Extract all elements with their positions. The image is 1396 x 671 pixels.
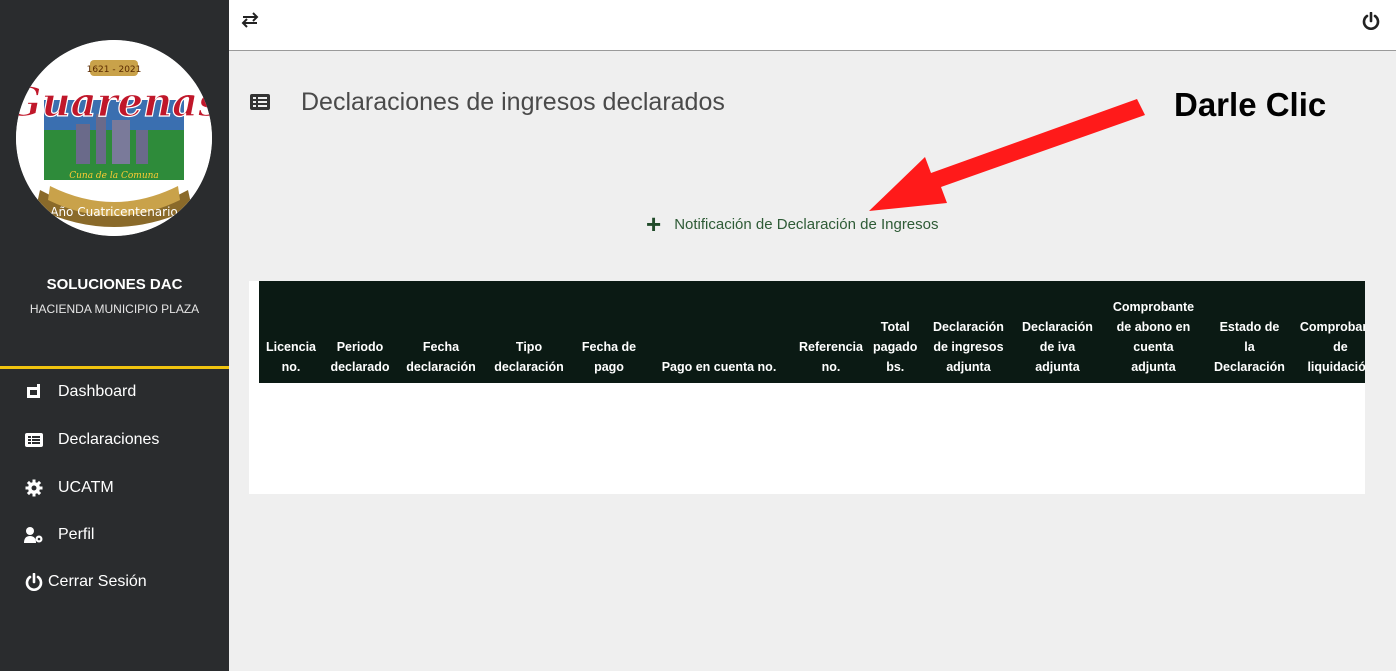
column-header-line: declaración (406, 360, 476, 374)
column-header-line: Total (880, 320, 910, 334)
main-content: Declaraciones de ingresos declarados Dar… (229, 51, 1396, 671)
annotation-text: Darle Clic (1174, 86, 1327, 123)
column-header-line: pago (594, 360, 624, 374)
logo-ribbon: Año Cuatricentenario (50, 205, 178, 219)
column-header-line: adjunta (1035, 360, 1080, 374)
page-title: Declaraciones de ingresos declarados (301, 88, 725, 116)
column-header-line: Declaración (1214, 360, 1285, 374)
column-header-line: Comprobante (1112, 300, 1195, 314)
column-header-line: Referencia (799, 340, 863, 354)
column-header: Estado de la Declaración (1207, 281, 1292, 383)
sidebar-item-dashboard[interactable]: Dashboard (24, 378, 136, 406)
column-header-line: Declaración (1022, 320, 1093, 334)
column-header: Declaración de iva adjunta (1015, 281, 1100, 383)
list-icon (250, 94, 270, 110)
declaraciones-table: Licencia no. Periodo declarado Fecha declarac… (249, 281, 1365, 494)
column-header-line: liquidación (1307, 360, 1365, 374)
column-header-line: Periodo (336, 340, 384, 354)
column-header-line: Licencia (265, 340, 317, 354)
column-header-line: Tipo (515, 340, 543, 354)
sidebar-item-cerrar-sesion[interactable]: Cerrar Sesión (24, 568, 147, 596)
column-header: Fecha de pago (573, 281, 645, 383)
sidebar-item-label: Perfil (58, 526, 95, 543)
plus-icon: + (646, 209, 662, 239)
power-icon (24, 572, 44, 592)
sidebar-item-declaraciones[interactable]: Declaraciones (24, 426, 159, 454)
column-header-line: de iva (1039, 340, 1076, 354)
top-bar (229, 0, 1396, 51)
column-header-line: Pago en cuenta no. (661, 360, 777, 374)
column-header-line: de (1333, 340, 1348, 354)
sidebar-item-label: UCATM (58, 479, 114, 496)
sidebar-item-label: Dashboard (58, 383, 137, 400)
column-header: Referencia no. (793, 281, 869, 383)
column-header: Fecha declaración (397, 281, 485, 383)
column-header-line: declaración (494, 360, 564, 374)
column-header-line: cuenta (1133, 340, 1174, 354)
column-header-line: adjunta (946, 360, 991, 374)
column-header: Declaración de ingresos adjunta (921, 281, 1016, 383)
swap-arrows-icon[interactable] (241, 12, 259, 34)
logo-title: Guarenas (16, 79, 212, 126)
column-header-line: no. (281, 360, 301, 374)
sidebar-divider (0, 366, 229, 369)
sidebar: 1621 - 2021 Guarenas Cuna de la Comuna A… (0, 0, 229, 671)
notificacion-label: Notificación de Declaración de Ingresos (674, 215, 939, 233)
guarenas-logo: 1621 - 2021 Guarenas Cuna de la Comuna A… (16, 40, 212, 236)
column-header-line: de ingresos (933, 340, 1004, 354)
column-header-line: la (1244, 340, 1255, 354)
column-header: Periodo declarado (323, 281, 397, 383)
column-header-line: Estado de (1219, 320, 1280, 334)
column-header-line: de abono en (1116, 320, 1191, 334)
column-header-line: Declaración (933, 320, 1004, 334)
sidebar-item-label: Cerrar Sesión (48, 573, 147, 590)
column-header: Licencia no. (259, 281, 323, 383)
logo-year: 1621 - 2021 (87, 65, 142, 75)
column-header: Comprobante de abono en cuenta adjunta (1099, 281, 1208, 383)
column-header-line: Fecha (422, 340, 460, 354)
org-name: SOLUCIONES DAC (46, 276, 183, 293)
logout-power-icon[interactable] (1362, 11, 1380, 36)
column-header-line: Fecha de (581, 340, 637, 354)
column-header: Tipo declaración (485, 281, 573, 383)
column-header-line: no. (821, 360, 841, 374)
sidebar-item-perfil[interactable]: Perfil (24, 521, 94, 549)
column-header-line: declarado (330, 360, 390, 374)
tablet-icon (24, 382, 44, 402)
column-header-line: adjunta (1131, 360, 1176, 374)
column-header-line: pagado (873, 340, 918, 354)
notificacion-declaracion-button[interactable]: + Notificación de Declaración de Ingreso… (646, 211, 939, 237)
sidebar-item-label: Declaraciones (58, 431, 160, 448)
column-header-line: Comprobante (1299, 320, 1365, 334)
user-cog-icon (24, 525, 44, 545)
logo-motto: Cuna de la Comuna (69, 171, 159, 181)
org-subtitle: HACIENDA MUNICIPIO PLAZA (29, 302, 200, 316)
column-header: Total pagado bs. (869, 281, 922, 383)
column-header-line: bs. (886, 360, 905, 374)
annotation-arrow (869, 99, 1145, 211)
list-icon (24, 430, 44, 450)
column-header: Pago en cuenta no. (645, 281, 793, 383)
table-header-row: Licencia no. Periodo declarado Fecha declarac… (259, 281, 1365, 383)
column-header: Comprobante de liquidación (1291, 281, 1365, 383)
sidebar-item-ucatm[interactable]: UCATM (24, 474, 114, 502)
gear-icon (24, 478, 44, 498)
